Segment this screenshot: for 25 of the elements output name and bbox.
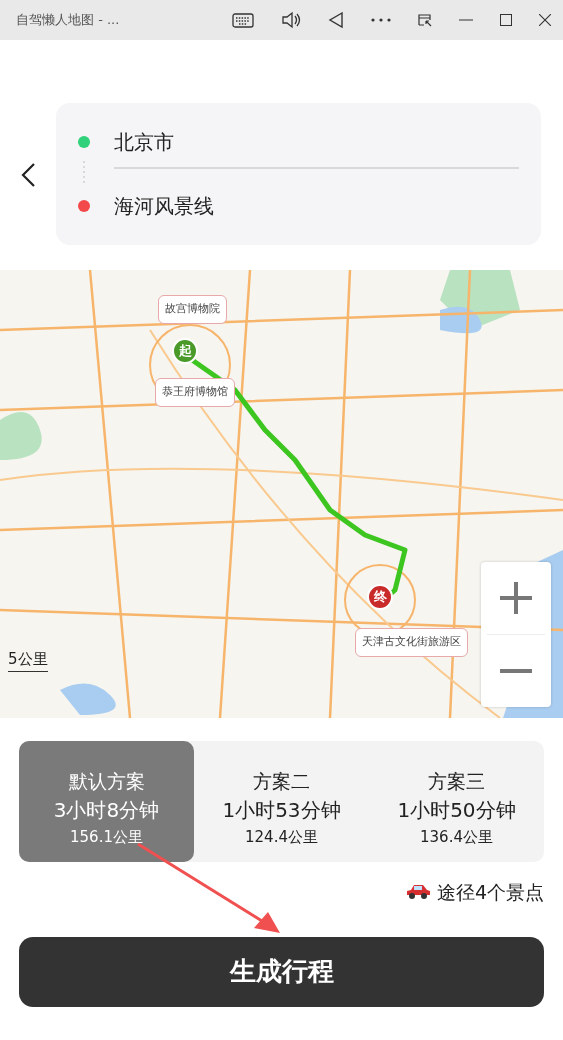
back-triangle-icon[interactable] bbox=[328, 11, 344, 29]
attractions-summary: 途径4个景点 bbox=[436, 880, 544, 905]
generate-itinerary-button[interactable]: 生成行程 bbox=[19, 936, 544, 1007]
route-plan-tab[interactable]: 方案二 1小时53分钟 124.4公里 bbox=[194, 741, 369, 862]
window-title: 自驾懒人地图 - ... bbox=[16, 11, 120, 30]
poi-label[interactable]: 故宫博物院 bbox=[158, 295, 227, 324]
close-icon[interactable] bbox=[539, 14, 551, 26]
minus-icon bbox=[499, 668, 533, 674]
end-location[interactable]: 海河风景线 bbox=[114, 191, 214, 221]
poi-label[interactable]: 天津古文化街旅游区 bbox=[355, 628, 468, 657]
start-location[interactable]: 北京市 bbox=[114, 127, 174, 157]
keyboard-icon[interactable] bbox=[232, 12, 254, 28]
end-dot-icon bbox=[78, 200, 90, 212]
more-icon[interactable] bbox=[371, 18, 391, 22]
start-dot-icon bbox=[78, 136, 90, 148]
plus-icon bbox=[499, 581, 533, 615]
back-icon[interactable] bbox=[20, 163, 36, 187]
route-plan-tab[interactable]: 默认方案 3小时8分钟 156.1公里 bbox=[19, 741, 194, 862]
maximize-icon[interactable] bbox=[500, 14, 512, 26]
poi-label[interactable]: 恭王府博物馆 bbox=[155, 378, 235, 407]
snap-window-icon[interactable] bbox=[418, 13, 432, 27]
car-icon bbox=[404, 883, 431, 902]
map-scale: 5公里 bbox=[8, 648, 48, 672]
speaker-icon[interactable] bbox=[281, 11, 301, 29]
route-plan-tab[interactable]: 方案三 1小时50分钟 136.4公里 bbox=[369, 741, 544, 862]
